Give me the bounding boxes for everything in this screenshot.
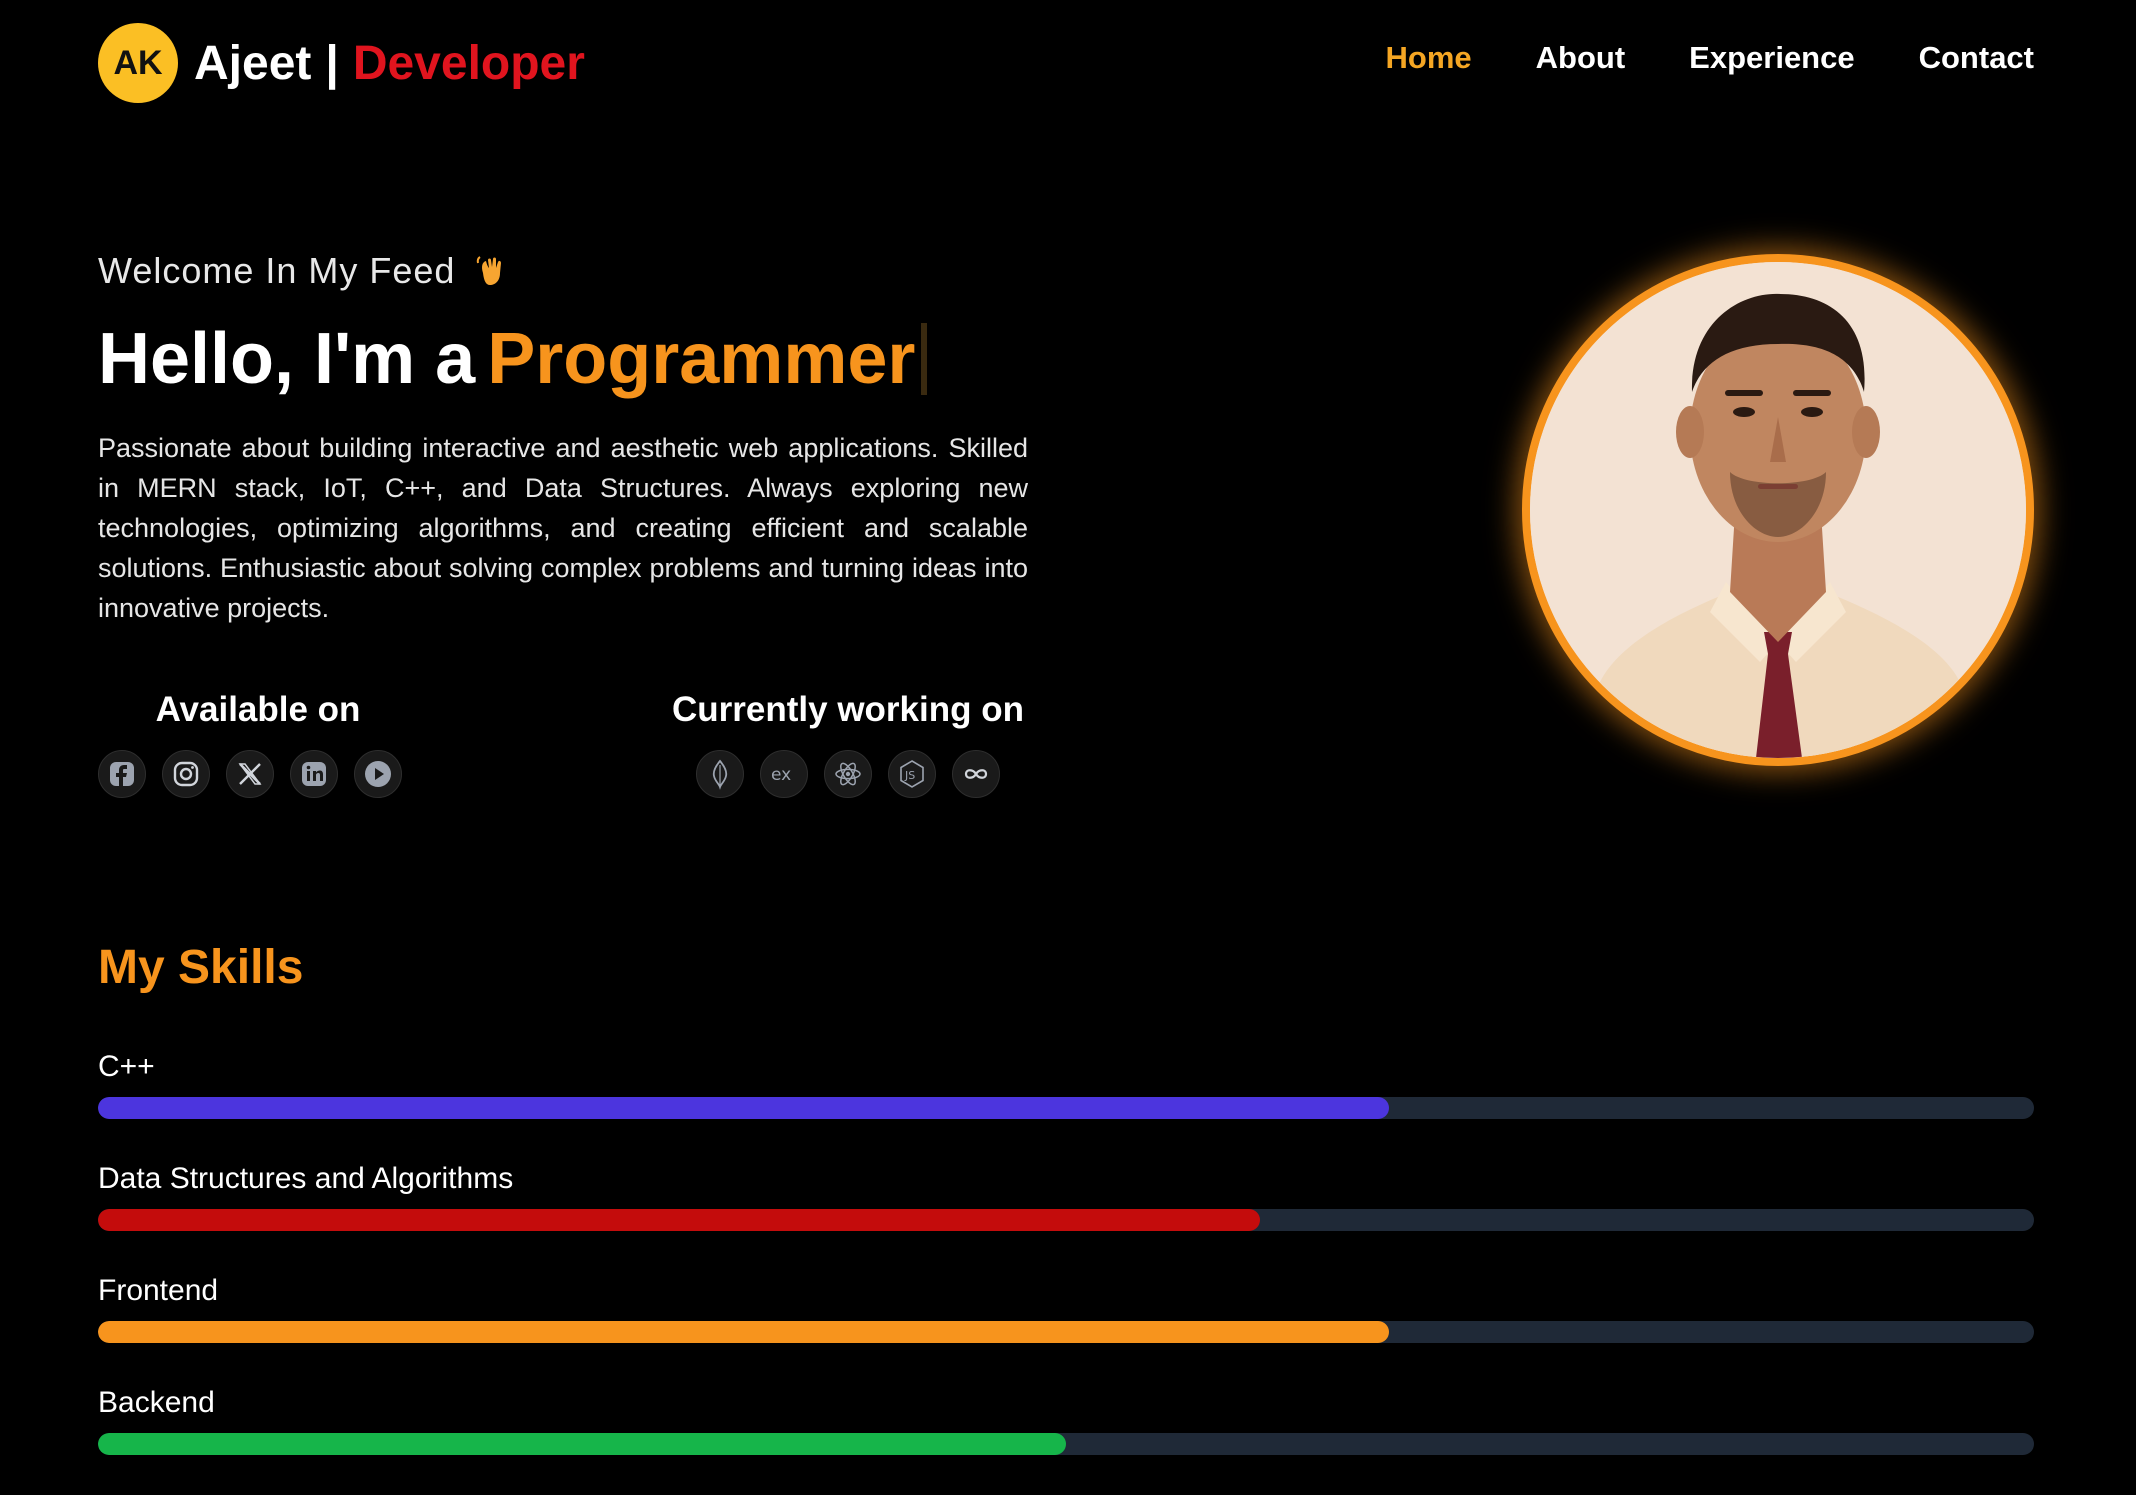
- welcome-text: Welcome In My Feed: [98, 250, 456, 291]
- main-nav: Home About Experience Contact: [1386, 40, 2035, 76]
- facebook-icon[interactable]: [98, 750, 146, 798]
- instagram-icon[interactable]: [162, 750, 210, 798]
- brand-logo[interactable]: AK Ajeet | Developer: [98, 22, 585, 104]
- nav-home[interactable]: Home: [1386, 40, 1472, 76]
- skill-item: Backend: [98, 1383, 2034, 1495]
- site-header: AK Ajeet | Developer Home About Experien…: [0, 0, 2136, 130]
- brand-separator: |: [325, 36, 339, 90]
- welcome-line: Welcome In My Feed: [98, 250, 1028, 292]
- svg-text:JS: JS: [904, 769, 915, 782]
- intro-paragraph: Passionate about building interactive an…: [98, 433, 1028, 623]
- skill-progress-fill: [98, 1321, 1390, 1343]
- x-icon[interactable]: [226, 750, 274, 798]
- skill-item: Data Structures and Algorithms: [98, 1159, 2034, 1271]
- available-on: Available on: [98, 690, 418, 798]
- nav-contact[interactable]: Contact: [1919, 40, 2034, 76]
- svg-text:ex: ex: [771, 765, 791, 785]
- infinity-icon[interactable]: [952, 750, 1000, 798]
- skills-title: My Skills: [98, 941, 304, 994]
- skill-item: C++: [98, 1047, 2034, 1159]
- linkedin-icon[interactable]: [290, 750, 338, 798]
- brand-badge: AK: [98, 23, 178, 103]
- express-icon[interactable]: ex: [760, 750, 808, 798]
- tech-icons: ex JS: [668, 750, 1028, 798]
- nav-experience[interactable]: Experience: [1689, 40, 1854, 76]
- hero-headline: Hello, I'm a Programmer: [98, 318, 1028, 400]
- skill-progress-fill: [98, 1433, 1066, 1455]
- skill-progress-fill: [98, 1209, 1260, 1231]
- youtube-icon[interactable]: [354, 750, 402, 798]
- skill-label: Frontend: [98, 1274, 219, 1307]
- profile-photo: [1522, 254, 2034, 766]
- working-title: Currently working on: [672, 690, 1024, 729]
- hero-section: Welcome In My Feed Hello, I'm a Programm…: [98, 250, 1028, 628]
- react-icon[interactable]: [824, 750, 872, 798]
- profile-photo-illustration: [1530, 262, 2026, 758]
- nav-about[interactable]: About: [1536, 40, 1626, 76]
- currently-working-on: Currently working on ex JS: [668, 690, 1028, 798]
- brand-name: Ajeet: [194, 36, 312, 90]
- skill-progress-track: [98, 1321, 2034, 1343]
- skill-progress-fill: [98, 1097, 1390, 1119]
- available-title: Available on: [155, 690, 361, 729]
- waving-hand-icon: [473, 253, 509, 289]
- hero-role: Programmer: [487, 319, 916, 399]
- skills-section: My Skills C++ Data Structures and Algorit…: [98, 940, 2034, 1495]
- mongodb-icon[interactable]: [696, 750, 744, 798]
- brand-role: Developer: [352, 36, 585, 90]
- links-section: Available on Currently working on ex JS: [98, 690, 1028, 820]
- skill-label: Data Structures and Algorithms: [98, 1162, 514, 1195]
- skills-list: C++ Data Structures and Algorithms Fronten…: [98, 1047, 2034, 1495]
- skill-progress-track: [98, 1209, 2034, 1231]
- typing-cursor: [921, 323, 928, 395]
- skill-item: Frontend: [98, 1271, 2034, 1383]
- skill-label: Backend: [98, 1386, 215, 1419]
- hero-greeting: Hello, I'm a: [98, 319, 476, 399]
- skill-label: C++: [98, 1050, 155, 1083]
- skill-progress-track: [98, 1097, 2034, 1119]
- nodejs-icon[interactable]: JS: [888, 750, 936, 798]
- social-icons: [98, 750, 418, 798]
- skill-progress-track: [98, 1433, 2034, 1455]
